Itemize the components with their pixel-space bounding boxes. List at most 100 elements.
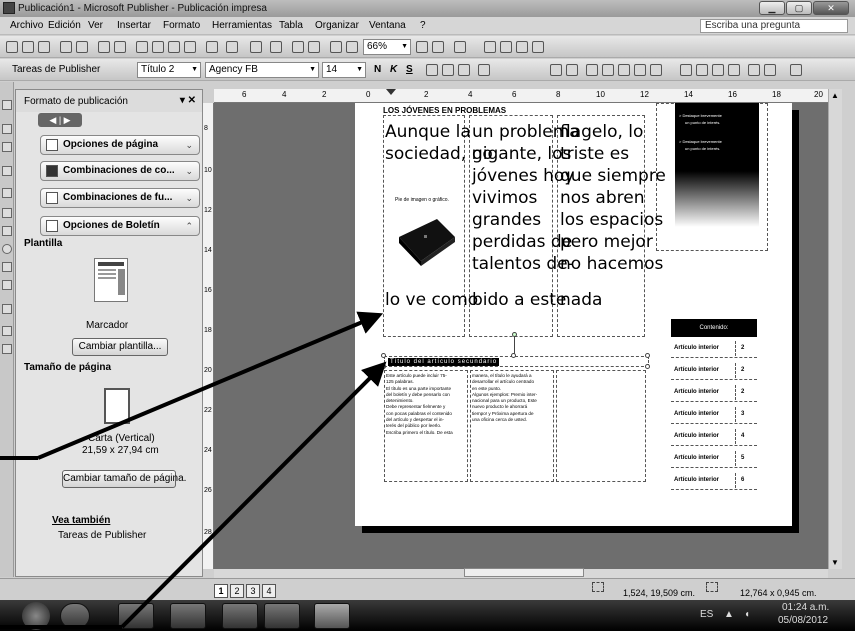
format-painter-icon[interactable]	[184, 41, 196, 53]
body-text-col3-line5[interactable]: los espacios	[560, 209, 663, 231]
picture-toolbar-icon[interactable]	[550, 64, 562, 76]
body-text-col3-line7[interactable]: no hacemos	[560, 253, 663, 275]
align-left-icon[interactable]	[426, 64, 438, 76]
page-size-thumbnail[interactable]	[104, 388, 130, 424]
start-button[interactable]	[22, 602, 50, 630]
text-box-tool-icon[interactable]	[2, 124, 12, 134]
rotate-icon[interactable]	[270, 41, 282, 53]
selection-handle[interactable]	[511, 353, 516, 358]
secondary-article-title[interactable]: Título del artículo secundario	[388, 358, 500, 366]
3d-style-icon[interactable]	[790, 64, 802, 76]
selection-handle[interactable]	[645, 364, 650, 369]
close-button[interactable]: ✕	[813, 1, 849, 15]
select-pointer-icon[interactable]	[2, 100, 12, 110]
table-icon[interactable]	[308, 41, 320, 53]
shadow-icon[interactable]	[728, 64, 740, 76]
menu-tabla[interactable]: Tabla	[279, 20, 303, 31]
print-preview-icon[interactable]	[76, 41, 88, 53]
arrow-style-icon[interactable]	[712, 64, 724, 76]
highlights-sidebar[interactable]: > Destaque brevemente un punto de interé…	[675, 103, 759, 227]
clock-date[interactable]: 05/08/2012	[778, 615, 828, 626]
body-text-col2-line2[interactable]: gigante, los	[472, 143, 571, 165]
menu-edicion[interactable]: Edición	[48, 20, 81, 31]
reset-picture-icon[interactable]	[650, 64, 662, 76]
menu-organizar[interactable]: Organizar	[315, 20, 359, 31]
section-color-schemes[interactable]: Combinaciones de co... ⌄	[40, 161, 200, 181]
briefcase-image[interactable]	[393, 211, 459, 267]
italic-button[interactable]: K	[390, 64, 397, 75]
body-text-col3-line6[interactable]: pero mejor	[560, 231, 653, 253]
body-text-col2-line8[interactable]: bido a este	[472, 289, 566, 311]
form-control-icon[interactable]	[2, 326, 12, 336]
secondary-text-frame-3[interactable]	[556, 370, 646, 482]
wordart-icon[interactable]	[330, 41, 342, 53]
publisher-app-icon[interactable]	[3, 2, 15, 14]
research-icon[interactable]	[114, 41, 126, 53]
menu-formato[interactable]: Formato	[163, 20, 200, 31]
body-text-col2-line6[interactable]: perdidas de	[472, 231, 572, 253]
dash-style-icon[interactable]	[696, 64, 708, 76]
page-tab-3[interactable]: 3	[246, 584, 260, 598]
fill-bucket-icon[interactable]	[748, 64, 760, 76]
body-text-col3-line2[interactable]: triste es	[560, 143, 629, 165]
menu-herramientas[interactable]: Herramientas	[212, 20, 272, 31]
link-icon[interactable]	[484, 41, 496, 53]
undo-icon[interactable]	[206, 41, 218, 53]
toc-row[interactable]: Artículo interior 2	[671, 361, 757, 380]
language-indicator[interactable]: ES	[700, 609, 713, 620]
body-text-col2-line7[interactable]: talentos de-	[472, 253, 574, 275]
font-size-select[interactable]: 14 ▼	[322, 62, 366, 78]
clip-art-icon[interactable]	[500, 41, 512, 53]
ask-question-input[interactable]: Escriba una pregunta	[700, 19, 848, 33]
selection-handle[interactable]	[381, 364, 386, 369]
hot-spot-icon[interactable]	[2, 304, 12, 314]
vertical-scrollbar[interactable]: ▲ ▼	[828, 89, 842, 569]
menu-insertar[interactable]: Insertar	[117, 20, 151, 31]
copy-icon[interactable]	[152, 41, 164, 53]
browser-taskbar-icon[interactable]	[60, 603, 90, 629]
toc-row[interactable]: Artículo interior 2	[671, 383, 757, 402]
page-tab-1[interactable]: 1	[214, 584, 228, 598]
horizontal-ruler[interactable]: 6 4 2 0 2 4 6 8 10 12 14 16 18 20	[214, 89, 842, 103]
text-box-icon[interactable]	[532, 41, 544, 53]
publication-page[interactable]: LOS JÓVENES EN PROBLEMAS Aunque la socie…	[355, 103, 792, 526]
text-wrap-icon[interactable]	[586, 64, 598, 76]
redo-icon[interactable]	[226, 41, 238, 53]
autoshapes-icon[interactable]	[2, 280, 12, 290]
body-text-col3-line8[interactable]: nada	[560, 289, 602, 311]
secondary-text-col2[interactable]: manera, el título le ayudará a desarroll…	[472, 373, 537, 423]
secondary-article-title-frame[interactable]: Título del artículo secundario	[384, 356, 649, 367]
secondary-text-col1[interactable]: Este artículo puede incluir 75- 125 pala…	[386, 373, 453, 436]
save-icon[interactable]	[38, 41, 50, 53]
change-page-size-button[interactable]: Cambiar tamaño de página.	[62, 470, 186, 488]
spelling-icon[interactable]	[98, 41, 110, 53]
toc-row[interactable]: Artículo interior 2	[671, 339, 757, 358]
cut-icon[interactable]	[136, 41, 148, 53]
fill-color-icon[interactable]	[566, 64, 578, 76]
publisher-tasks-button[interactable]: Tareas de Publisher	[12, 64, 100, 75]
underline-button[interactable]: S	[406, 64, 413, 75]
menu-help[interactable]: ?	[420, 20, 426, 31]
rectangle-tool-icon[interactable]	[2, 262, 12, 272]
font-select[interactable]: Agency FB ▼	[205, 62, 319, 78]
change-template-button[interactable]: Cambiar plantilla...	[72, 338, 168, 356]
toc-row[interactable]: Artículo interior 3	[671, 405, 757, 424]
new-icon[interactable]	[6, 41, 18, 53]
zoom-select[interactable]: 66% ▼	[363, 39, 411, 55]
picture-icon[interactable]	[516, 41, 528, 53]
publisher-taskbar-icon[interactable]	[264, 603, 300, 629]
document-workspace[interactable]: LOS JÓVENES EN PROBLEMAS Aunque la socie…	[214, 103, 828, 569]
bring-forward-icon[interactable]	[250, 41, 262, 53]
zoom-out-icon[interactable]	[416, 41, 428, 53]
line-tool-icon[interactable]	[2, 208, 12, 218]
page-tab-2[interactable]: 2	[230, 584, 244, 598]
selection-handle[interactable]	[381, 353, 386, 358]
oval-tool-icon[interactable]	[2, 244, 12, 254]
body-text-col2-line5[interactable]: grandes	[472, 209, 541, 231]
body-text-col1-bottom[interactable]: lo ve como	[385, 289, 478, 311]
explorer-taskbar-icon[interactable]	[170, 603, 206, 629]
section-heading[interactable]: LOS JÓVENES EN PROBLEMAS	[383, 106, 506, 115]
print-icon[interactable]	[60, 41, 72, 53]
design-gallery-icon[interactable]	[2, 344, 12, 354]
scroll-up-icon[interactable]: ▲	[831, 91, 839, 100]
